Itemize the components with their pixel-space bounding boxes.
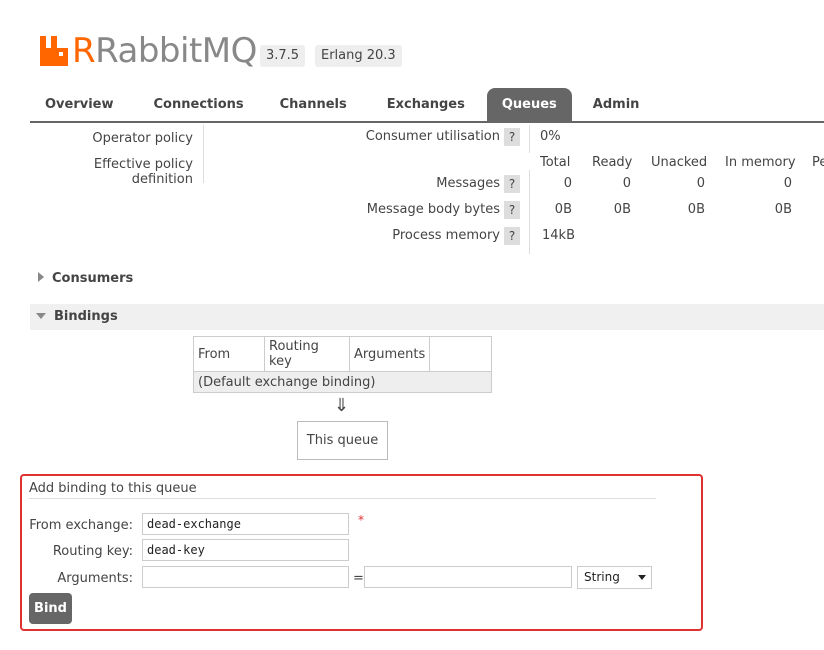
arguments-label: Arguments: [57,571,133,586]
messages-in-memory: 0 [783,176,792,191]
operator-policy-label: Operator policy [92,131,193,146]
bytes-unacked: 0B [687,202,705,217]
col-arguments: Arguments [349,336,431,372]
required-marker: * [358,513,364,527]
stats-divider [529,125,530,153]
tab-connections[interactable]: Connections [129,88,262,121]
policy-divider [203,125,204,183]
process-memory-label: Process memory [392,228,500,243]
process-memory-value: 14kB [542,228,575,243]
main-tabs: Overview Connections Channels Exchanges … [30,88,660,121]
chevron-down-icon [638,575,646,580]
routing-key-label: Routing key: [52,544,133,559]
argument-type-select[interactable]: String [577,566,652,589]
consumers-title: Consumers [52,271,134,286]
default-binding-cell: (Default exchange binding) [193,371,492,393]
expand-arrow-icon [38,272,44,282]
tab-underline [30,121,824,123]
down-arrow-icon: ⇓ [334,395,350,416]
from-exchange-label: From exchange: [29,518,133,533]
tab-overview[interactable]: Overview [30,88,129,121]
routing-key-input[interactable] [142,539,349,561]
tab-admin[interactable]: Admin [572,88,661,121]
col-total: Total [540,155,571,170]
bytes-in-memory: 0B [774,202,792,217]
help-icon[interactable]: ? [504,201,520,219]
argument-type-value: String [584,570,620,584]
logo-text: RabbitMQ [95,31,257,71]
consumer-util-value: 0% [540,129,561,144]
this-queue-box: This queue [297,421,388,460]
col-from: From [193,336,265,372]
tab-queues[interactable]: Queues [486,88,572,121]
bindings-section-toggle[interactable]: Bindings [30,304,824,330]
erlang-badge: Erlang 20.3 [315,45,402,67]
version-badge: 3.7.5 [260,45,306,67]
body-bytes-label: Message body bytes [366,202,500,217]
add-binding-title: Add binding to this queue [29,481,197,496]
equals-sign: = [353,571,364,586]
collapse-arrow-icon [36,313,46,319]
help-icon[interactable]: ? [504,227,520,245]
logo-wordmark: RRabbitMQ [72,31,257,71]
table-row: (Default exchange binding) [193,371,492,393]
col-routing-key: Routing key [264,336,350,372]
col-actions [429,336,492,372]
rabbitmq-logo[interactable]: RRabbitMQ TM [40,28,270,68]
consumer-util-label: Consumer utilisation [365,129,500,144]
messages-unacked: 0 [696,176,705,191]
effective-policy-label: Effective policy definition [93,157,193,187]
argument-key-input[interactable] [142,566,349,588]
rabbit-logo-icon [40,36,68,66]
bind-button[interactable]: Bind [29,593,72,624]
col-in-memory: In memory [725,155,796,170]
bindings-title: Bindings [54,309,118,324]
argument-value-input[interactable] [364,566,572,588]
col-persistent: Pe [812,155,824,170]
messages-ready: 0 [622,176,631,191]
consumers-section-toggle[interactable]: Consumers [30,266,824,292]
add-binding-rule [29,498,656,499]
bytes-ready: 0B [613,202,631,217]
messages-total: 0 [563,176,572,191]
help-icon[interactable]: ? [504,128,520,146]
col-ready: Ready [592,155,633,170]
messages-label: Messages [436,176,500,191]
help-icon[interactable]: ? [504,175,520,193]
tab-exchanges[interactable]: Exchanges [365,88,487,121]
from-exchange-input[interactable] [142,513,349,535]
bytes-total: 0B [554,202,572,217]
stats-divider [529,170,530,254]
col-unacked: Unacked [651,155,708,170]
bindings-table: From Routing key Arguments (Default exch… [193,336,492,393]
tab-channels[interactable]: Channels [262,88,365,121]
